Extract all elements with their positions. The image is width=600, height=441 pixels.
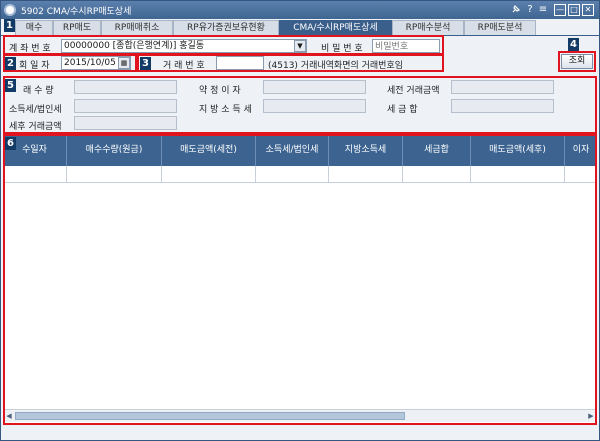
chevron-down-icon[interactable]: ▼ xyxy=(294,40,306,52)
marker-badge: 5 xyxy=(5,79,16,92)
tab-rp-sell[interactable]: RP매도 xyxy=(53,20,101,35)
scroll-left-icon[interactable]: ◀ xyxy=(4,411,14,421)
income-tax-label: 소득세/법인세 xyxy=(9,105,62,115)
account-value: 00000000 [종합(은행연계)] 홍길동 xyxy=(64,41,205,51)
menu-icon[interactable]: ≡ xyxy=(537,4,549,16)
tax-total-label: 세 금 합 xyxy=(387,105,418,115)
sell-qty-field xyxy=(74,80,177,94)
password-input[interactable] xyxy=(372,39,440,53)
column-header[interactable]: 지방소득세 xyxy=(329,135,403,166)
marker-badge: 4 xyxy=(568,38,579,51)
maximize-icon[interactable]: □ xyxy=(568,4,580,16)
table-cell[interactable] xyxy=(329,166,403,183)
column-header[interactable]: 소득세/법인세 xyxy=(256,135,329,166)
close-icon[interactable]: ✕ xyxy=(582,4,594,16)
table-cell[interactable] xyxy=(565,166,597,183)
tab-buy[interactable]: 매수 xyxy=(15,20,53,35)
scroll-right-icon[interactable]: ▶ xyxy=(586,411,596,421)
local-tax-label: 지 방 소 득 세 xyxy=(199,105,252,115)
pretax-amount-label: 세전 거래금액 xyxy=(387,86,440,96)
results-grid[interactable]: 수일자 매수수량(원금) 매도금액(세전) 소득세/법인세 지방소득세 세금합 … xyxy=(3,135,597,425)
table-cell[interactable] xyxy=(162,166,256,183)
trade-no-note: (4513) 거래내역화면의 거래번호임 xyxy=(268,61,404,71)
pretax-amount-field xyxy=(451,80,554,94)
tab-rp-cancel[interactable]: RP매매취소 xyxy=(101,20,173,35)
account-select[interactable]: 00000000 [종합(은행연계)] 홍길동 xyxy=(61,39,307,53)
table-row[interactable] xyxy=(3,166,597,183)
account-label: 계 좌 번 호 xyxy=(9,44,51,54)
tab-bar: 매수 RP매도 RP매매취소 RP유가증권보유현황 CMA/수시RP매도상세 R… xyxy=(1,19,599,36)
column-header[interactable]: 세금합 xyxy=(403,135,471,166)
app-window: 5902 CMA/수시RP매도상세 ? ≡ — □ ✕ 매수 RP매도 RP매매… xyxy=(0,0,600,441)
local-tax-field xyxy=(263,99,366,113)
marker-badge: 1 xyxy=(4,19,15,32)
sell-qty-label: 래 수 량 xyxy=(23,86,54,96)
table-cell[interactable] xyxy=(256,166,329,183)
interest-label: 약 정 이 자 xyxy=(199,86,241,96)
marker-badge: 3 xyxy=(140,57,151,70)
horizontal-scrollbar[interactable]: ◀ ▶ xyxy=(3,409,597,422)
tab-rp-holdings[interactable]: RP유가증권보유현황 xyxy=(173,20,279,35)
password-label: 비 밀 번 호 xyxy=(321,44,363,54)
aftertax-amount-label: 세후 거래금액 xyxy=(9,122,62,132)
scrollbar-thumb[interactable] xyxy=(15,412,405,420)
table-cell[interactable] xyxy=(67,166,162,183)
help-icon[interactable]: ? xyxy=(524,4,536,16)
table-cell[interactable] xyxy=(471,166,565,183)
table-cell[interactable] xyxy=(3,166,67,183)
trade-no-input[interactable] xyxy=(216,56,264,70)
column-header[interactable]: 이자 xyxy=(565,135,597,166)
window-title: 5902 CMA/수시RP매도상세 xyxy=(21,7,132,17)
tax-total-field xyxy=(451,99,554,113)
title-bar: 5902 CMA/수시RP매도상세 ? ≡ — □ ✕ xyxy=(1,1,599,19)
calendar-icon[interactable]: ▦ xyxy=(118,57,130,69)
interest-field xyxy=(263,80,366,94)
app-icon xyxy=(4,4,16,16)
tab-cma-sell-detail[interactable]: CMA/수시RP매도상세 xyxy=(279,20,392,35)
inquiry-date-value: 2015/10/05 xyxy=(64,58,116,68)
tab-rp-buy-analysis[interactable]: RP매수분석 xyxy=(392,20,464,35)
query-button[interactable]: 조회 xyxy=(561,54,593,69)
marker-badge: 2 xyxy=(5,57,16,70)
marker-badge: 6 xyxy=(5,137,16,150)
pin-icon[interactable] xyxy=(510,4,522,16)
grid-header: 수일자 매수수량(원금) 매도금액(세전) 소득세/법인세 지방소득세 세금합 … xyxy=(3,135,597,166)
column-header[interactable]: 매수수량(원금) xyxy=(67,135,162,166)
minimize-icon[interactable]: — xyxy=(554,4,566,16)
income-tax-field xyxy=(74,99,177,113)
column-header[interactable]: 매도금액(세전) xyxy=(162,135,256,166)
aftertax-amount-field xyxy=(74,116,177,130)
inquiry-date-label: 회 일 자 xyxy=(19,61,50,71)
table-cell[interactable] xyxy=(403,166,471,183)
tab-rp-sell-analysis[interactable]: RP매도분석 xyxy=(464,20,536,35)
column-header[interactable]: 매도금액(세후) xyxy=(471,135,565,166)
trade-no-label: 거 래 번 호 xyxy=(163,61,205,71)
